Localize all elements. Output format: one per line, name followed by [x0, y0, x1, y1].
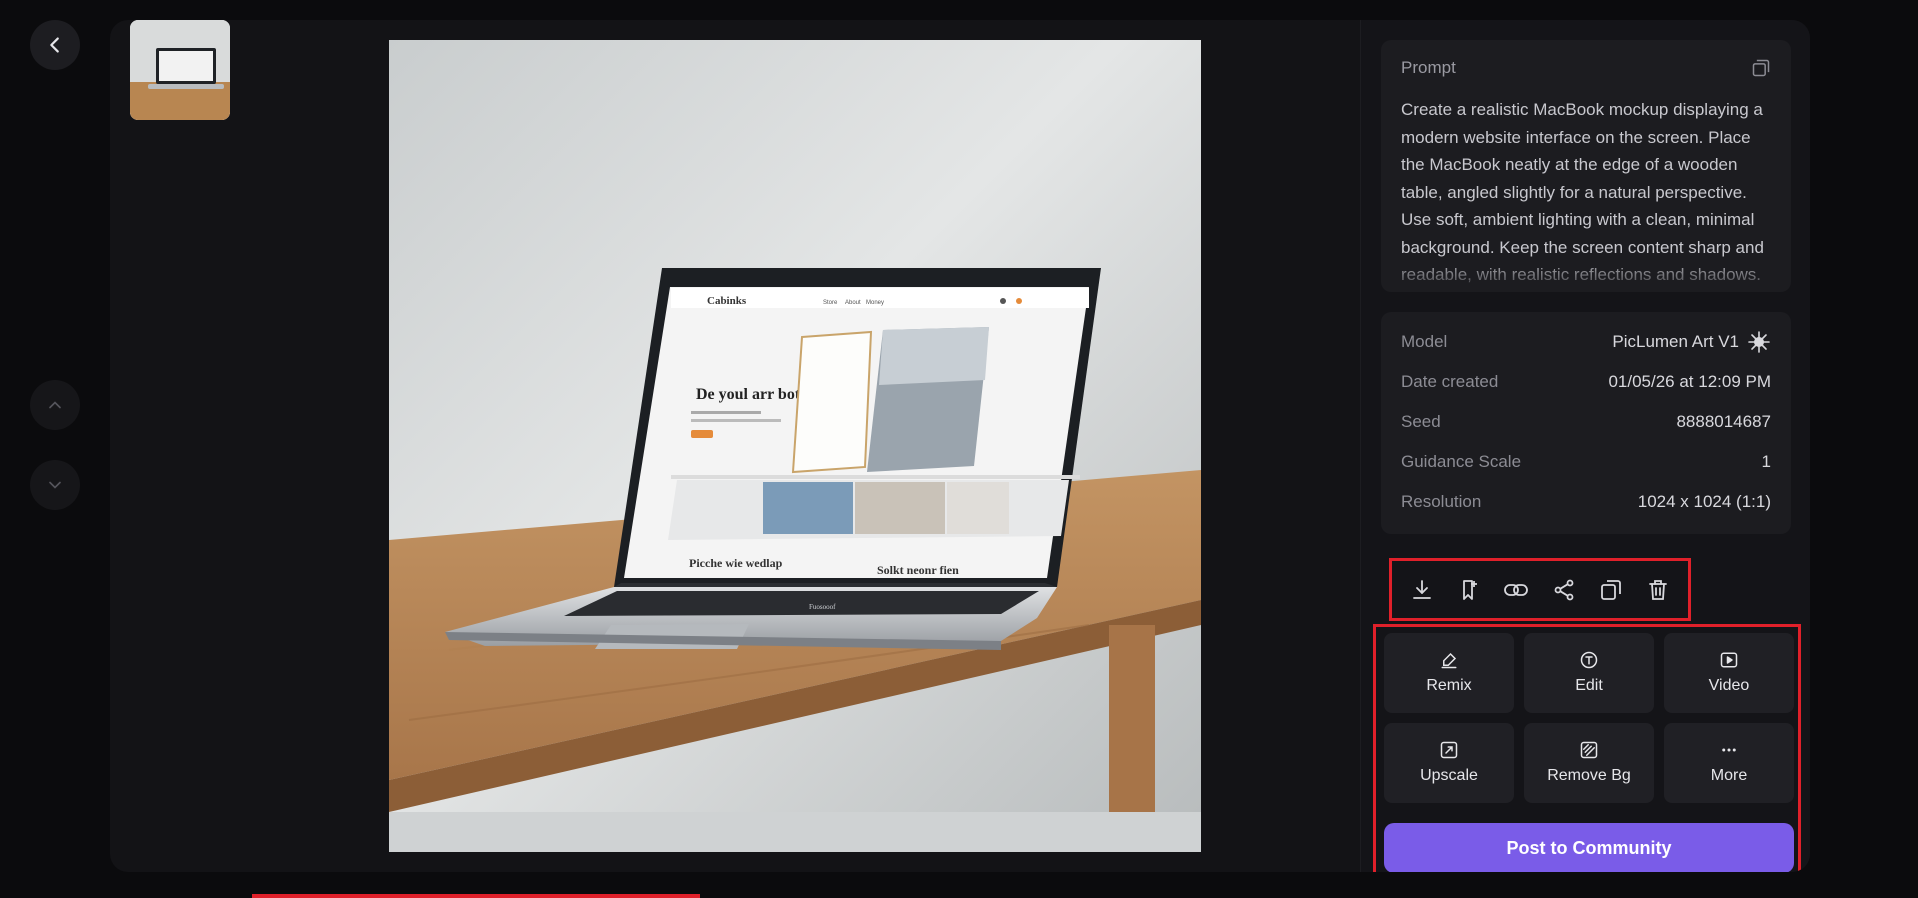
trash-icon	[1649, 579, 1668, 600]
play-icon	[1720, 652, 1738, 668]
brush-icon	[1441, 652, 1457, 669]
image-thumbnail[interactable]	[130, 20, 230, 120]
next-image-button[interactable]	[30, 460, 80, 510]
link-button[interactable]	[1499, 573, 1533, 607]
meta-value: 1024 x 1024 (1:1)	[1637, 492, 1771, 511]
screen-nav-money: Money	[866, 300, 884, 306]
chevron-left-icon	[50, 37, 59, 53]
keyboard-brand-text: Fuosooof	[809, 603, 836, 611]
meta-value: PicLumen Art V1	[1612, 330, 1771, 354]
duplicate-button[interactable]	[1594, 573, 1628, 607]
upscale-button[interactable]: Upscale	[1384, 723, 1514, 803]
prompt-label: Prompt	[1401, 58, 1456, 77]
image-toolbar	[1389, 558, 1691, 621]
meta-row-date: Date created 01/05/26 at 12:09 PM	[1401, 362, 1771, 402]
download-icon	[1412, 579, 1431, 599]
share-button[interactable]	[1547, 573, 1581, 607]
generated-image: Cabinks Store About Money De youl arr bo…	[389, 40, 1201, 852]
chevron-up-icon	[49, 401, 61, 409]
screen-nav-store: Store	[823, 300, 838, 306]
image-metadata: Model PicLumen Art V1 Date created 01/05…	[1381, 312, 1791, 534]
app-root: Cabinks Store About Money De youl arr bo…	[0, 0, 1918, 898]
remix-button[interactable]: Remix	[1384, 633, 1514, 713]
action-label: More	[1710, 767, 1748, 784]
bookmark-button[interactable]	[1452, 573, 1486, 607]
meta-label: Guidance Scale	[1401, 452, 1522, 471]
delete-button[interactable]	[1641, 573, 1675, 607]
download-button[interactable]	[1405, 573, 1439, 607]
action-label: Upscale	[1420, 767, 1478, 784]
more-button[interactable]: More	[1664, 723, 1794, 803]
more-icon	[1722, 748, 1736, 752]
meta-label: Model	[1401, 332, 1448, 351]
meta-row-guidance: Guidance Scale 1	[1401, 442, 1771, 482]
action-grid: Remix Edit Video Upscale Remove Bg More	[1384, 633, 1794, 803]
share-icon	[1554, 579, 1574, 600]
copy-icon	[1601, 579, 1621, 600]
image-detail-card: Cabinks Store About Money De youl arr bo…	[110, 20, 1810, 872]
upscale-icon	[1440, 741, 1458, 759]
edit-button[interactable]: Edit	[1524, 633, 1654, 713]
action-label: Remove Bg	[1547, 767, 1631, 784]
post-to-community-button[interactable]: Post to Community	[1384, 823, 1794, 872]
remove-bg-icon	[1580, 741, 1598, 759]
thumbnail-image	[130, 20, 230, 120]
remove-bg-button[interactable]: Remove Bg	[1524, 723, 1654, 803]
meta-value: 8888014687	[1676, 412, 1771, 431]
chevron-down-icon	[49, 481, 61, 489]
meta-label: Date created	[1401, 372, 1499, 391]
meta-value: 1	[1761, 452, 1771, 471]
video-button[interactable]: Video	[1664, 633, 1794, 713]
meta-row-resolution: Resolution 1024 x 1024 (1:1)	[1401, 482, 1771, 522]
back-button[interactable]	[30, 20, 80, 70]
meta-label: Resolution	[1401, 492, 1482, 511]
details-panel: Prompt Create a realistic MacBook mockup…	[1360, 20, 1810, 872]
screen-caption-2: Solkt neonr fien	[877, 563, 959, 577]
previous-image-button[interactable]	[30, 380, 80, 430]
highlight-bar	[252, 894, 700, 898]
prompt-text: Create a realistic MacBook mockup displa…	[1401, 100, 1764, 284]
meta-label: Seed	[1401, 412, 1441, 431]
model-badge-icon	[1748, 331, 1770, 353]
action-label: Video	[1708, 677, 1750, 694]
copy-prompt-icon[interactable]	[1751, 58, 1771, 78]
meta-row-model: Model PicLumen Art V1	[1401, 322, 1771, 362]
prompt-section: Prompt Create a realistic MacBook mockup…	[1381, 40, 1791, 292]
action-label: Remix	[1426, 677, 1472, 694]
link-icon	[1504, 583, 1529, 596]
screen-nav-about: About	[845, 300, 861, 306]
meta-row-seed: Seed 8888014687	[1401, 402, 1771, 442]
meta-value: 01/05/26 at 12:09 PM	[1608, 372, 1771, 391]
model-name: PicLumen Art V1	[1612, 332, 1739, 351]
actions-section: Remix Edit Video Upscale Remove Bg More …	[1373, 624, 1801, 872]
bookmark-add-icon	[1463, 579, 1477, 600]
text-edit-icon	[1580, 651, 1598, 669]
screen-caption-1: Picche wie wedlap	[689, 556, 783, 570]
screen-brand-text: Cabinks	[707, 295, 747, 307]
action-label: Edit	[1575, 677, 1603, 694]
